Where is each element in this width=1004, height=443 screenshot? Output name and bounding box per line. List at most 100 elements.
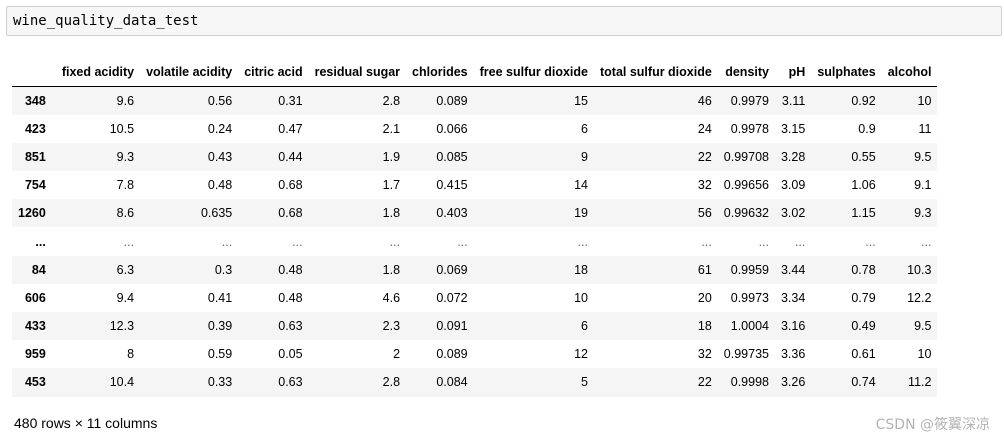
table-cell: ... — [221, 234, 233, 249]
table-cell: 0.99632 — [723, 206, 769, 221]
table-cell: 0.56 — [207, 93, 233, 108]
table-cell: 0.68 — [278, 206, 303, 221]
table-row: 959 8 0.59 0.05 2 0.089 12 32 0.99735 3.36 0.61 10 — [12, 340, 937, 368]
dataframe-table: fixed acidity volatile acidity citric ac… — [12, 58, 938, 397]
table-cell: 1.15 — [851, 206, 876, 221]
table-row: .................................... — [12, 227, 937, 255]
table-cell: 0.085 — [436, 149, 468, 164]
table-cell: 3.44 — [780, 262, 806, 277]
column-header: pH — [774, 58, 812, 87]
column-header: free sulfur dioxide — [473, 58, 594, 87]
table-cell: 1.0004 — [730, 319, 769, 334]
table-cell: 3.26 — [780, 375, 806, 390]
row-index: 453 — [24, 375, 46, 390]
table-cell: 14 — [574, 178, 588, 193]
table-cell: 9 — [581, 149, 588, 164]
column-header: alcohol — [881, 58, 938, 87]
table-cell: 24 — [697, 121, 712, 136]
table-cell: 61 — [697, 262, 712, 277]
table-cell: 0.9979 — [730, 93, 769, 108]
table-cell: 0.68 — [278, 178, 303, 193]
table-cell: ... — [758, 234, 769, 249]
table-cell: ... — [577, 234, 588, 249]
table-cell: 3.16 — [780, 319, 806, 334]
table-cell: 0.48 — [207, 178, 233, 193]
table-cell: 9.3 — [116, 149, 135, 164]
table-cell: 22 — [697, 149, 712, 164]
table-cell: 0.78 — [851, 262, 876, 277]
table-cell: 0.3 — [214, 262, 233, 277]
table-row: 606 9.4 0.41 0.48 4.6 0.072 10 20 0.9973 3.34 0.79… — [12, 284, 937, 312]
table-cell: ... — [701, 234, 712, 249]
table-cell: 0.59 — [207, 347, 233, 362]
table-cell: 1.06 — [851, 178, 876, 193]
table-cell: 9.5 — [914, 149, 932, 164]
table-cell: 19 — [574, 206, 588, 221]
table-cell: 0.44 — [278, 149, 303, 164]
row-index: 423 — [24, 121, 46, 136]
table-cell: 4.6 — [382, 290, 401, 305]
table-cell: 0.49 — [851, 319, 876, 334]
table-cell: 0.61 — [851, 347, 876, 362]
table-cell: ... — [865, 234, 876, 249]
row-index: 433 — [24, 319, 46, 334]
table-cell: 6 — [581, 121, 588, 136]
table-cell: 0.99708 — [723, 149, 769, 164]
index-header — [12, 58, 56, 87]
column-header: density — [717, 58, 775, 87]
table-cell: 15 — [574, 93, 588, 108]
table-cell: 1.7 — [382, 178, 401, 193]
column-header: citric acid — [238, 58, 309, 87]
table-cell: 3.15 — [780, 121, 806, 136]
table-cell: 0.084 — [436, 375, 468, 390]
table-cell: 0.92 — [851, 93, 876, 108]
table-cell: 22 — [697, 375, 712, 390]
table-cell: 12 — [574, 347, 588, 362]
table-cell: 0.43 — [207, 149, 233, 164]
table-cell: 10.3 — [907, 262, 932, 277]
table-body: 348 9.6 0.56 0.31 2.8 0.089 15 46 0.9979 3.11 0.92… — [12, 86, 938, 397]
table-cell: 9.3 — [914, 206, 932, 221]
table-cell: 2 — [393, 347, 401, 362]
table-cell: ... — [794, 234, 806, 249]
row-index: 84 — [31, 262, 46, 277]
code-cell-input[interactable]: wine_quality_data_test — [6, 6, 1002, 36]
table-cell: 46 — [697, 93, 712, 108]
table-row: 84 6.3 0.3 0.48 1.8 0.069 18 61 0.9959 3.44 0.78 10… — [12, 255, 938, 284]
table-cell: 2.8 — [382, 93, 401, 108]
table-cell: 18 — [574, 262, 588, 277]
table-cell: 10 — [917, 347, 932, 362]
table-cell: 32 — [697, 347, 712, 362]
table-cell: 3.11 — [781, 93, 806, 108]
table-cell: 0.9959 — [730, 262, 769, 277]
table-cell: ... — [292, 234, 303, 249]
table-cell: 18 — [697, 319, 712, 334]
table-cell: 6.3 — [116, 262, 135, 277]
table-cell: 11 — [918, 121, 932, 136]
table-cell: 10 — [574, 290, 588, 305]
table-cell: 0.635 — [200, 206, 233, 221]
table-cell: ... — [921, 234, 932, 249]
table-cell: 8 — [127, 347, 135, 362]
row-index: 348 — [24, 93, 46, 108]
column-header: sulphates — [811, 58, 882, 87]
table-cell: 0.47 — [278, 121, 303, 136]
table-row: 453 10.4 0.33 0.63 2.8 0.084 5 22 0.9998 3.26 0.74… — [12, 368, 938, 397]
table-cell: 32 — [697, 178, 712, 193]
table-cell: 0.05 — [278, 347, 303, 362]
table-cell: 0.55 — [851, 149, 876, 164]
table-row: 348 9.6 0.56 0.31 2.8 0.089 15 46 0.9979 3.11 0.92… — [12, 86, 938, 115]
table-row: 423 10.5 0.24 0.47 2.1 0.066 6 24 0.9978 3.15 0.9 1… — [12, 115, 937, 143]
table-cell: ... — [457, 234, 468, 249]
table-cell: 1.8 — [382, 262, 401, 277]
table-row: 433 12.3 0.39 0.63 2.3 0.091 6 18 1.0004 3.16 0.49… — [12, 312, 938, 341]
table-cell: 0.33 — [207, 375, 233, 390]
row-index: 1260 — [18, 206, 46, 221]
table-cell: ... — [389, 234, 401, 249]
table-cell: 10.4 — [109, 375, 135, 390]
dataframe-shape-label: 480 rows × 11 columns — [14, 415, 158, 431]
table-cell: 56 — [697, 206, 712, 221]
table-row: 851 9.3 0.43 0.44 1.9 0.085 9 22 0.99708 3.28 0.55… — [12, 142, 938, 172]
table-cell: 11.2 — [908, 375, 932, 390]
table-cell: 9.1 — [914, 178, 932, 193]
